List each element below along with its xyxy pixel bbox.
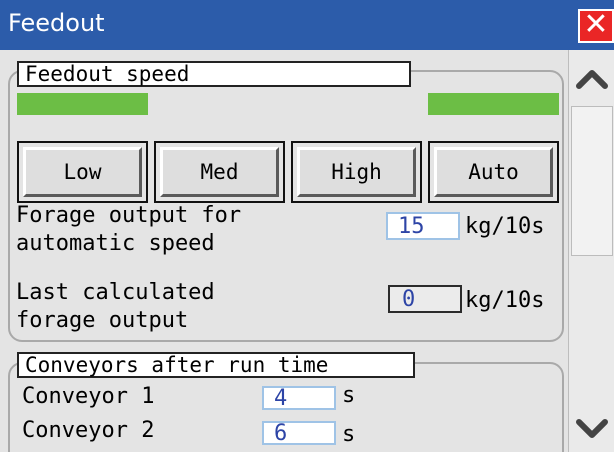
conveyor-2-unit: s [342, 422, 356, 447]
conveyor-1-value: 4 [274, 386, 288, 411]
conveyor-1-label: Conveyor 1 [22, 384, 155, 409]
forage-output-input[interactable]: 15 [386, 212, 460, 240]
content-panel: Feedout speed Low Med High Auto Forage o… [0, 50, 568, 452]
feedout-speed-legend: Feedout speed [17, 61, 411, 87]
last-calculated-value: 0 [402, 287, 416, 312]
scroll-up-icon[interactable] [575, 62, 609, 96]
auto-active-indicator [428, 93, 559, 115]
speed-low-button[interactable]: Low [17, 141, 148, 203]
forage-output-label-2: automatic speed [16, 231, 215, 256]
speed-auto-button[interactable]: Auto [428, 141, 559, 203]
conveyor-2-value: 6 [274, 421, 288, 446]
scrollbar-thumb[interactable] [571, 106, 613, 256]
speed-med-label: Med [200, 160, 239, 184]
conveyor-2-input[interactable]: 6 [262, 421, 336, 445]
window-title: Feedout [8, 9, 105, 37]
speed-auto-label: Auto [468, 160, 519, 184]
conveyor-1-input[interactable]: 4 [262, 386, 336, 410]
last-calculated-label-2: forage output [16, 308, 189, 333]
vertical-scrollbar[interactable] [568, 50, 614, 452]
title-bar: Feedout ✕ [0, 0, 614, 50]
last-calculated-label-1: Last calculated [16, 280, 215, 305]
close-button[interactable]: ✕ [578, 9, 614, 43]
speed-high-label: High [331, 160, 382, 184]
speed-high-button[interactable]: High [291, 141, 422, 203]
close-icon: ✕ [583, 7, 609, 42]
speed-low-label: Low [63, 160, 102, 184]
last-calculated-unit: kg/10s [465, 288, 545, 313]
conveyor-2-label: Conveyor 2 [22, 418, 155, 443]
conveyors-legend: Conveyors after run time [17, 352, 415, 378]
speed-med-button[interactable]: Med [154, 141, 285, 203]
scroll-down-icon[interactable] [575, 412, 609, 446]
forage-output-unit: kg/10s [465, 214, 545, 239]
conveyor-1-unit: s [342, 383, 356, 408]
last-calculated-output: 0 [388, 285, 462, 313]
forage-output-value: 15 [398, 214, 425, 239]
forage-output-label-1: Forage output for [16, 203, 242, 228]
low-active-indicator [17, 93, 148, 115]
